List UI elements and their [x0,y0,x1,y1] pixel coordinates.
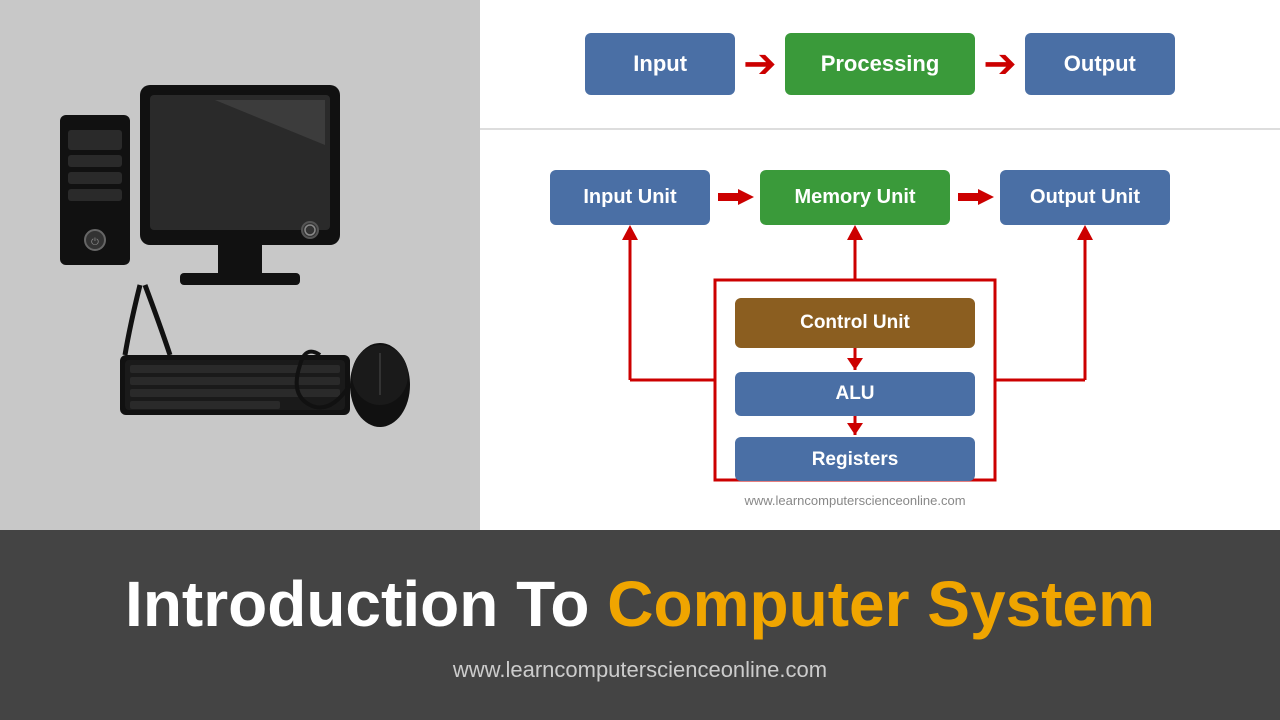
output-box: Output [1025,33,1175,95]
arrow-2: ➔ [983,44,1017,84]
computer-illustration: ⏻ [40,55,440,475]
bottom-diagram: Input Unit Memory Unit Output Unit Centr… [480,130,1280,530]
title-white: Introduction To Computer System [125,568,1155,640]
svg-text:Registers: Registers [812,449,899,470]
cpu-diagram-svg: Input Unit Memory Unit Output Unit Centr… [520,150,1240,520]
svg-text:Output Unit: Output Unit [1030,186,1140,208]
arrow-1: ➔ [743,44,777,84]
computer-image-panel: ⏻ [0,0,480,530]
svg-text:www.learncomputerscienceonline: www.learncomputerscienceonline.com [743,493,965,508]
diagram-panel: Input ➔ Processing ➔ Output Input Unit M… [480,0,1280,530]
footer-url: www.learncomputerscienceonline.com [453,657,827,683]
svg-text:Input Unit: Input Unit [583,186,677,208]
svg-text:Memory Unit: Memory Unit [794,186,915,208]
footer: Introduction To Computer System www.lear… [0,530,1280,720]
svg-text:Control Unit: Control Unit [800,312,910,333]
input-box: Input [585,33,735,95]
svg-text:⏻: ⏻ [91,237,99,248]
processing-box: Processing [785,33,976,95]
top-diagram: Input ➔ Processing ➔ Output [480,0,1280,130]
page-title: Introduction To Computer System [125,567,1155,641]
svg-text:ALU: ALU [835,383,874,404]
